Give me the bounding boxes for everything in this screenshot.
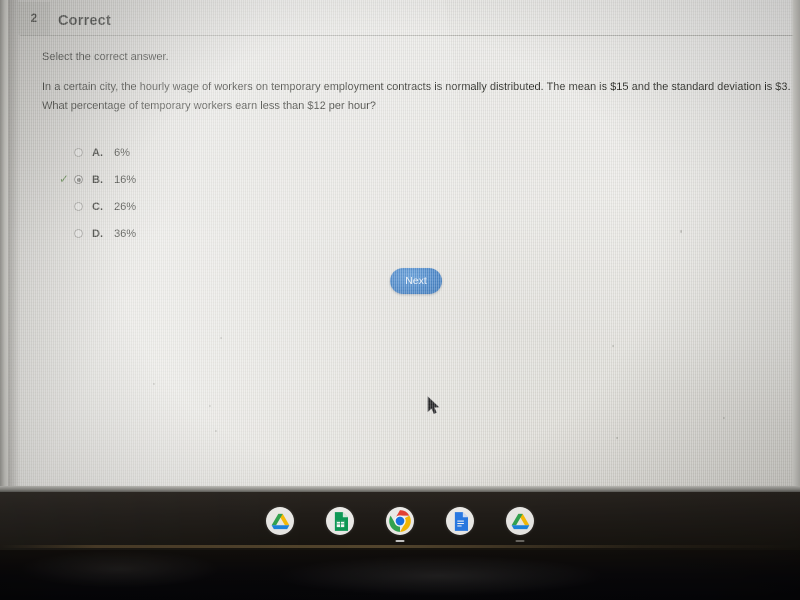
dust-speck (612, 345, 614, 347)
option-text-b: 16% (114, 173, 137, 186)
base-reflection (280, 556, 600, 596)
shelf-item-google-drive[interactable] (265, 506, 295, 536)
option-letter-c: C. (92, 200, 103, 213)
quiz-header: 2 Correct (0, 0, 800, 36)
correct-check-slot-b: ✓ (56, 171, 72, 186)
quiz-page: 2 Correct Select the correct answer. In … (0, 0, 800, 492)
question-number-badge: 2 (18, 2, 50, 35)
dust-speck (153, 383, 155, 385)
google-drive-icon (506, 507, 534, 535)
option-row-b[interactable]: ✓ B. 16% (56, 166, 136, 193)
shelf-active-indicator (515, 540, 525, 542)
dust-speck (616, 437, 618, 439)
photographed-chromebook: 2 Correct Select the correct answer. In … (0, 0, 800, 600)
dust-speck (209, 405, 211, 407)
radio-option-a[interactable] (74, 148, 83, 157)
option-row-a[interactable]: A. 6% (56, 139, 136, 166)
radio-option-c[interactable] (74, 202, 83, 211)
shelf-icon-row (0, 492, 800, 550)
laptop-screen: 2 Correct Select the correct answer. In … (0, 0, 800, 492)
dust-speck (220, 337, 222, 339)
check-icon: ✓ (58, 171, 70, 186)
shelf-item-google-chrome[interactable] (385, 506, 415, 542)
screen-bezel-left-shade (8, 0, 20, 492)
screen-bezel-left (0, 0, 8, 492)
google-chrome-icon (386, 507, 414, 535)
question-line-2: What percentage of temporary workers ear… (42, 100, 376, 112)
next-button[interactable]: Next (390, 268, 442, 294)
laptop-hinge-highlight (0, 545, 800, 548)
chromeos-shelf (0, 492, 800, 550)
option-row-d[interactable]: D. 36% (56, 220, 136, 247)
option-text-a: 6% (114, 146, 130, 159)
shelf-item-google-drive-2[interactable] (505, 506, 535, 542)
header-divider (20, 35, 799, 36)
option-letter-a: A. (92, 146, 103, 159)
dust-speck (215, 430, 217, 432)
option-text-d: 36% (114, 227, 137, 240)
question-line-1: In a certain city, the hourly wage of wo… (42, 81, 791, 93)
shelf-item-google-docs[interactable] (445, 506, 475, 536)
option-letter-b: B. (92, 173, 103, 186)
instruction-text: Select the correct answer. (42, 51, 169, 63)
dust-speck (723, 417, 725, 419)
screen-bezel-right (791, 0, 800, 492)
dust-speck (680, 230, 682, 233)
google-drive-icon (266, 507, 294, 535)
laptop-base-lower (0, 550, 800, 600)
radio-option-b[interactable] (74, 175, 83, 184)
answer-options-list: A. 6% ✓ B. 16% C. 26% D. 36% (56, 139, 136, 247)
question-stem: In a certain city, the hourly wage of wo… (42, 78, 791, 116)
shelf-item-google-sheets[interactable] (325, 506, 355, 536)
answer-status-title: Correct (58, 13, 111, 29)
shelf-active-indicator (395, 540, 405, 542)
option-letter-d: D. (92, 227, 103, 240)
radio-option-d[interactable] (74, 229, 83, 238)
option-row-c[interactable]: C. 26% (56, 193, 136, 220)
option-text-c: 26% (114, 200, 137, 213)
google-sheets-icon (326, 507, 354, 535)
google-docs-icon (446, 507, 474, 535)
base-reflection-secondary (20, 550, 220, 588)
mouse-cursor (427, 396, 440, 420)
